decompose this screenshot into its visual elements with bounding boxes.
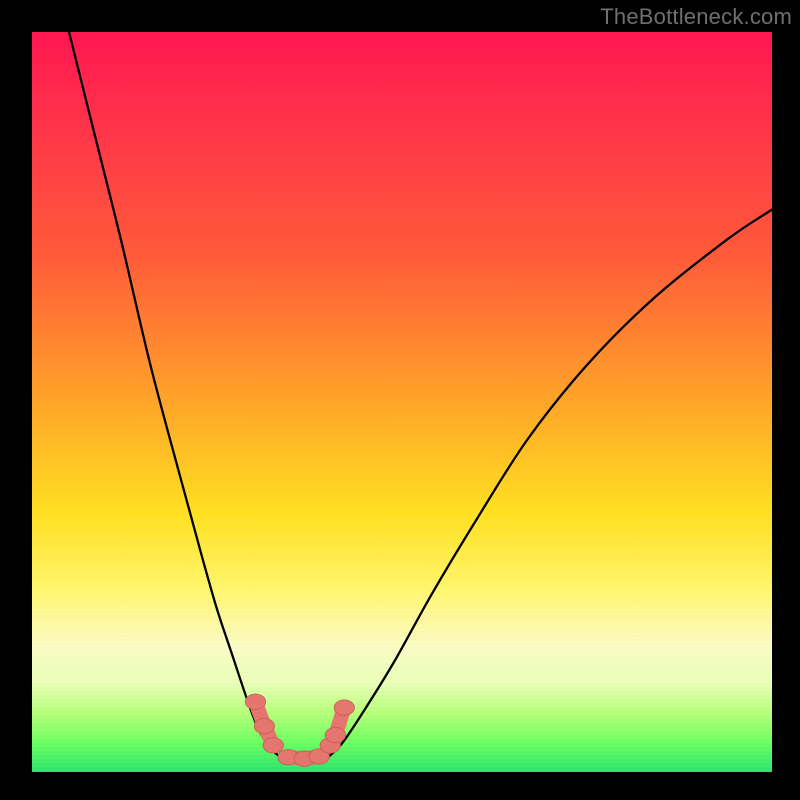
chart-frame: TheBottleneck.com: [0, 0, 800, 800]
marker-dot: [254, 718, 274, 733]
marker-dot: [263, 738, 283, 753]
marker-dot: [334, 700, 354, 715]
marker-dot: [245, 694, 265, 709]
marker-dot: [325, 727, 345, 742]
plot-area: [32, 32, 772, 772]
curve-layer: [32, 32, 772, 772]
watermark-text: TheBottleneck.com: [600, 4, 792, 30]
marker-cluster: [245, 694, 354, 766]
curve-path: [69, 32, 772, 759]
bottleneck-curve: [69, 32, 772, 759]
